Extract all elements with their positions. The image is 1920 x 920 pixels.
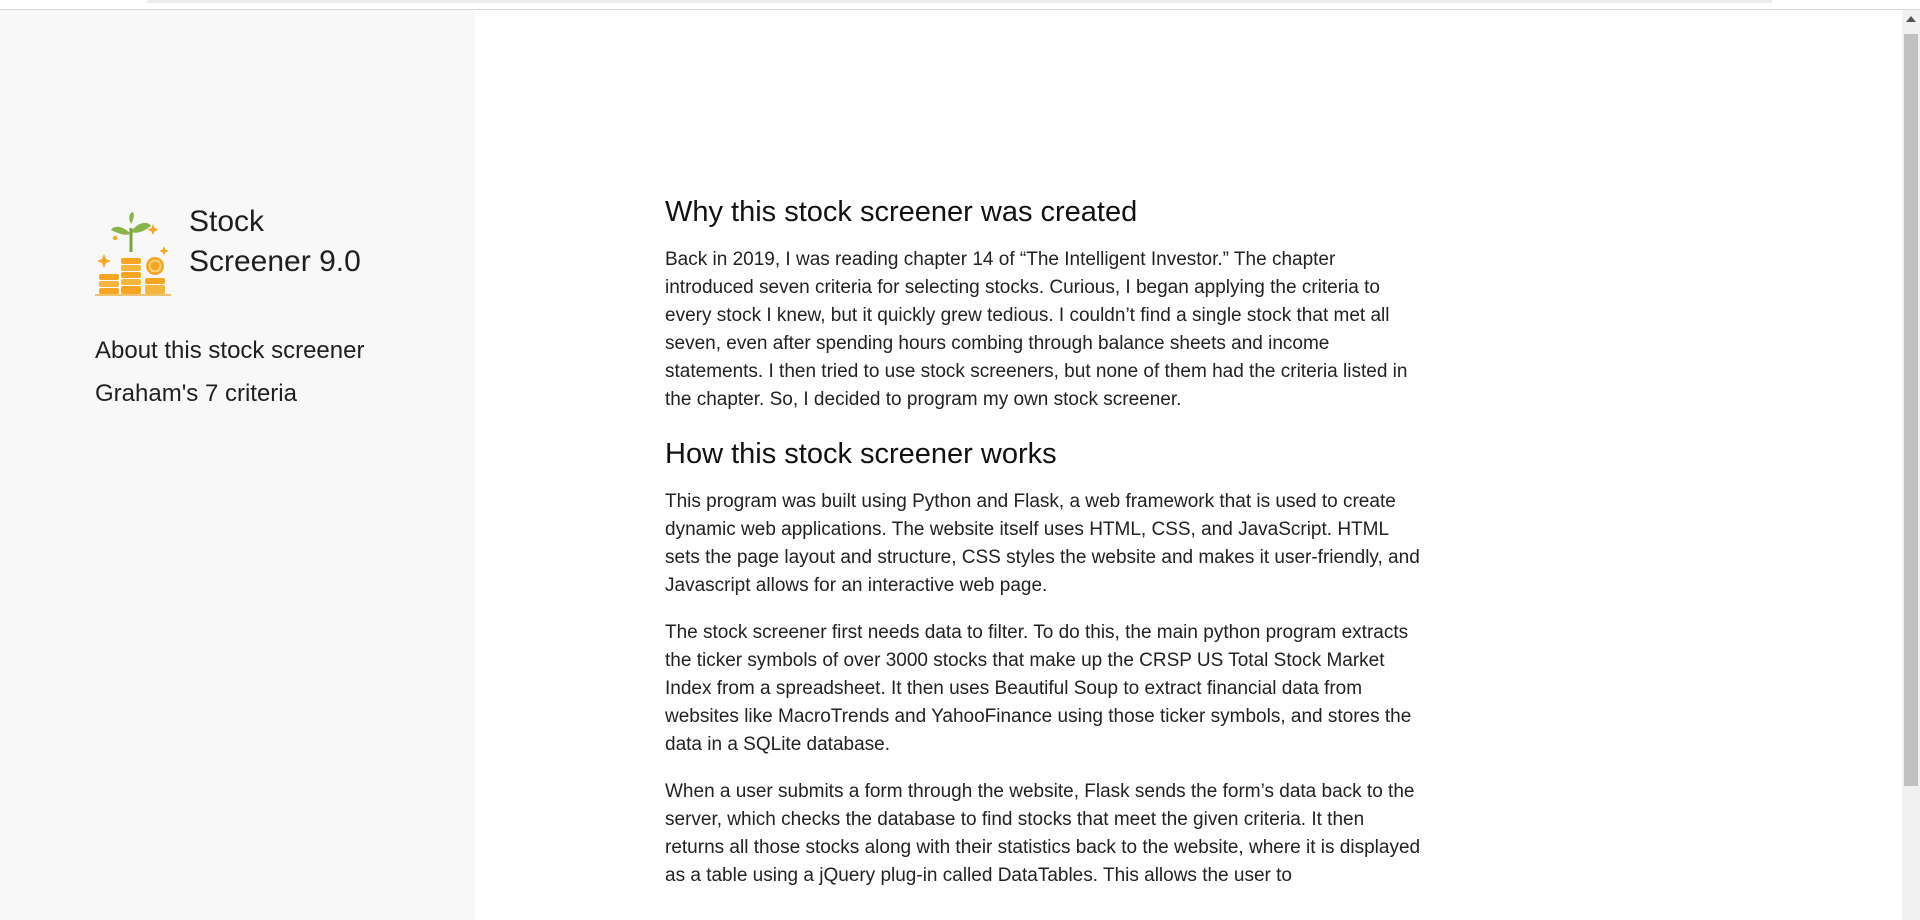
scroll-thumb[interactable] (1904, 34, 1918, 786)
paragraph-how-3: When a user submits a form through the w… (665, 781, 1421, 886)
app-title-line2: Screener 9.0 (189, 245, 361, 278)
section-heading-why: Why this stock screener was created (665, 196, 1138, 228)
page-scrollbar[interactable] (1902, 10, 1920, 920)
nav-link-about[interactable]: About this stock screener (95, 336, 364, 366)
browser-top-strip (0, 0, 1920, 10)
sidebar-nav: About this stock screener Graham's 7 cri… (95, 336, 364, 422)
app-title-line1: Stock (189, 205, 265, 238)
section-heading-how: How this stock screener works (665, 438, 1057, 470)
app-title[interactable]: Stock Screener 9.0 (189, 202, 361, 282)
sidebar: Stock Screener 9.0 About this stock scre… (0, 10, 475, 920)
scroll-up-arrow-icon[interactable] (1906, 16, 1916, 22)
top-track (147, 0, 1772, 3)
paragraph-how-1: This program was built using Python and … (665, 491, 1420, 596)
brand[interactable]: Stock Screener 9.0 (95, 202, 361, 296)
nav-link-graham-criteria[interactable]: Graham's 7 criteria (95, 379, 364, 409)
paragraph-why: Back in 2019, I was reading chapter 14 o… (665, 249, 1408, 410)
paragraph-how-2: The stock screener first needs data to f… (665, 622, 1412, 755)
coins-plant-icon (95, 212, 171, 296)
main-content: Why this stock screener was created Back… (665, 192, 1425, 909)
